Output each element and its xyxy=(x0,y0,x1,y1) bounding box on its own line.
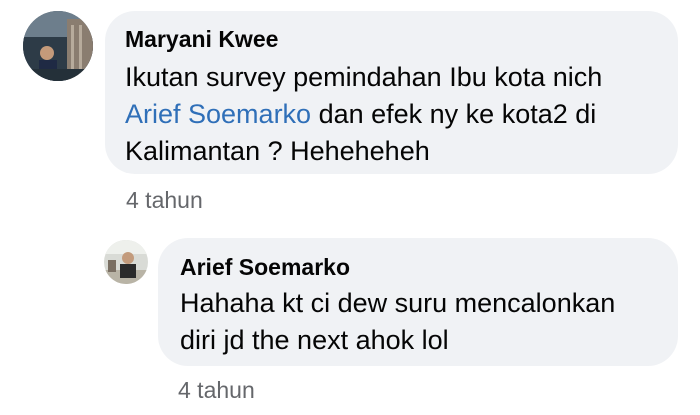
mention-link[interactable]: Arief Soemarko xyxy=(125,99,311,129)
commenter-avatar[interactable] xyxy=(23,11,93,81)
comment-text: Ikutan survey pemindahan Ibu kota nich Ar… xyxy=(125,59,658,170)
comment-text-start: Ikutan survey pemindahan Ibu kota nich xyxy=(125,62,603,92)
reply-text: Hahaha kt ci dew suru mencalonkan diri j… xyxy=(180,288,616,355)
reply-timestamp[interactable]: 4 tahun xyxy=(178,377,255,404)
comment-bubble: Maryani Kwee Ikutan survey pemindahan Ib… xyxy=(105,11,678,174)
reply-bubble: Arief Soemarko Hahaha kt ci dew suru men… xyxy=(158,238,678,366)
comment-timestamp[interactable]: 4 tahun xyxy=(126,187,203,214)
comment-author[interactable]: Maryani Kwee xyxy=(125,25,658,53)
reply-author[interactable]: Arief Soemarko xyxy=(180,253,656,281)
reply-avatar[interactable] xyxy=(104,240,148,284)
